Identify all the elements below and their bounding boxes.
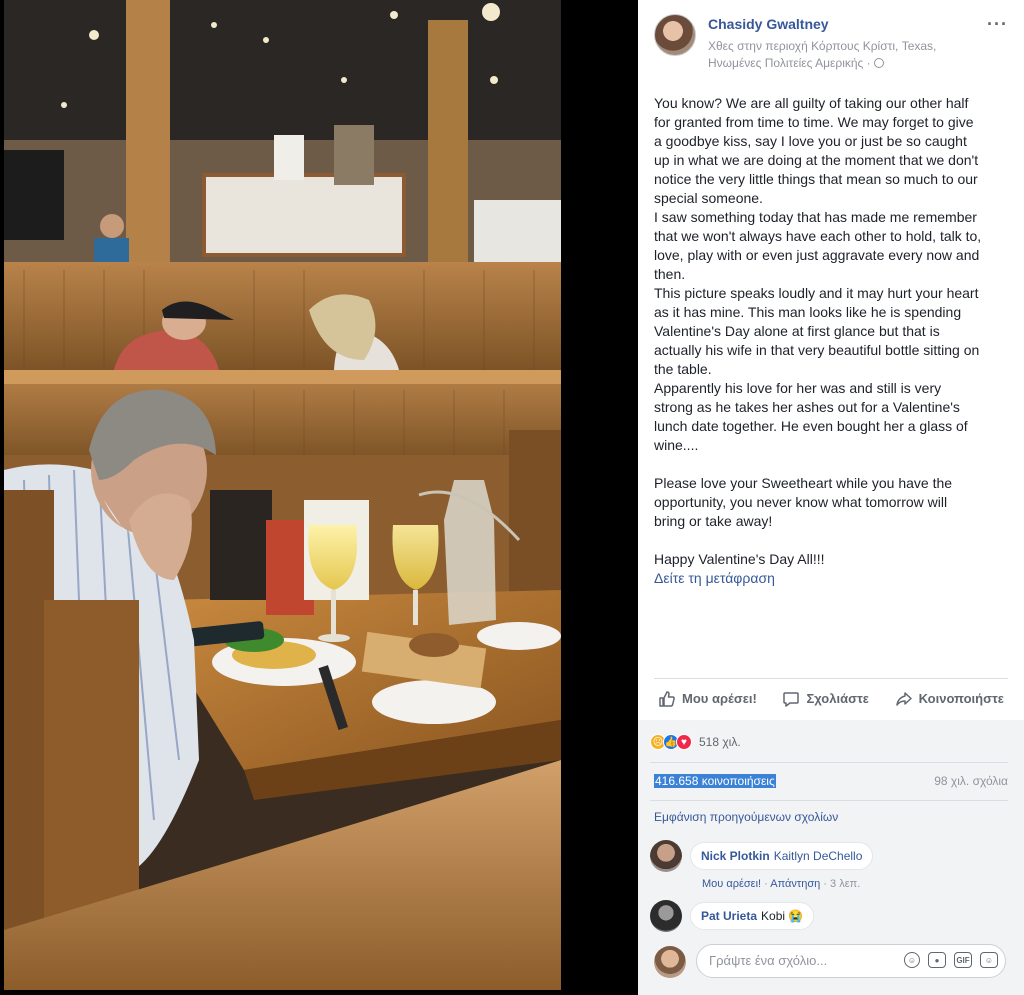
post-photo[interactable] xyxy=(4,0,561,990)
gif-icon[interactable]: GIF xyxy=(954,952,972,968)
thumbs-up-icon xyxy=(659,690,675,707)
comment-composer: Γράψτε ένα σχόλιο... ☺ ● GIF ☺ xyxy=(650,942,1010,980)
like-label: Μου αρέσει! xyxy=(682,691,757,706)
comments-count[interactable]: 98 χιλ. σχόλια xyxy=(934,774,1008,788)
comment-bubble: Pat Urieta Kobi 😭 xyxy=(690,902,815,930)
post-text: You know? We are all guilty of taking ou… xyxy=(654,95,982,567)
comments-section: ☹ 👍 ♥ 518 χιλ. 416.658 κοινοποιήσεις 98 … xyxy=(638,720,1024,995)
commenter-avatar[interactable] xyxy=(650,840,682,872)
post-body: You know? We are all guilty of taking ou… xyxy=(654,94,1010,588)
author-avatar[interactable] xyxy=(654,14,696,56)
post-panel: Chasidy Gwaltney Χθες στην περιοχή Κόρπο… xyxy=(638,0,1024,995)
post-location-country[interactable]: Ηνωμένες Πολιτείες Αμερικής · xyxy=(708,56,874,70)
reactions-summary[interactable]: ☹ 👍 ♥ 518 χιλ. xyxy=(650,734,741,750)
reactions-count: 518 χιλ. xyxy=(699,735,741,749)
emoji-icon[interactable]: ☺ xyxy=(904,952,920,968)
comment-label: Σχολιάστε xyxy=(806,691,869,706)
camera-icon[interactable]: ● xyxy=(928,952,946,968)
comment-meta: Μου αρέσει! · Απάντηση · 3 λεπ. xyxy=(702,878,861,890)
post-location[interactable]: Χθες στην περιοχή Κόρπους Κρίστι, Texas, xyxy=(708,39,936,53)
post-meta: Χθες στην περιοχή Κόρπους Κρίστι, Texas,… xyxy=(708,38,978,72)
comment-time[interactable]: 3 λεπ. xyxy=(830,878,860,890)
divider xyxy=(650,800,1008,801)
commenter-avatar[interactable] xyxy=(650,900,682,932)
comment-bubble: Nick Plotkin Kaitlyn DeChello xyxy=(690,842,874,870)
post-header: Chasidy Gwaltney Χθες στην περιοχή Κόρπο… xyxy=(654,14,1014,78)
author-name[interactable]: Chasidy Gwaltney xyxy=(708,16,829,32)
sticker-icon[interactable]: ☺ xyxy=(980,952,998,968)
comment-text: Kobi 😭 xyxy=(761,909,804,923)
share-button[interactable]: Κοινοποιήστε xyxy=(891,686,1008,712)
comment-button[interactable]: Σχολιάστε xyxy=(778,686,872,712)
photo-viewer xyxy=(0,0,638,995)
divider xyxy=(650,762,1008,763)
love-reaction-icon: ♥ xyxy=(676,734,692,750)
more-options-icon[interactable]: ··· xyxy=(987,14,1008,35)
comment-reply-link[interactable]: Απάντηση xyxy=(770,878,820,890)
comment-icon xyxy=(783,691,800,707)
like-button[interactable]: Μου αρέσει! xyxy=(654,686,761,712)
see-translation-link[interactable]: Δείτε τη μετάφραση xyxy=(654,570,775,586)
post-actions: Μου αρέσει! Σχολιάστε Κοινοποιήστε xyxy=(654,678,1008,718)
shares-count[interactable]: 416.658 κοινοποιήσεις xyxy=(654,774,776,788)
comment-mention[interactable]: Kaitlyn DeChello xyxy=(774,849,863,863)
commenter-name[interactable]: Pat Urieta xyxy=(701,909,757,923)
view-previous-comments-link[interactable]: Εμφάνιση προηγούμενων σχολίων xyxy=(654,810,838,824)
globe-icon xyxy=(873,58,884,68)
commenter-name[interactable]: Nick Plotkin xyxy=(701,849,770,863)
comment-like-link[interactable]: Μου αρέσει! xyxy=(702,878,761,890)
share-label: Κοινοποιήστε xyxy=(918,691,1004,706)
composer-icons: ☺ ● GIF ☺ xyxy=(904,952,998,968)
share-icon xyxy=(895,691,912,706)
current-user-avatar xyxy=(654,946,686,978)
